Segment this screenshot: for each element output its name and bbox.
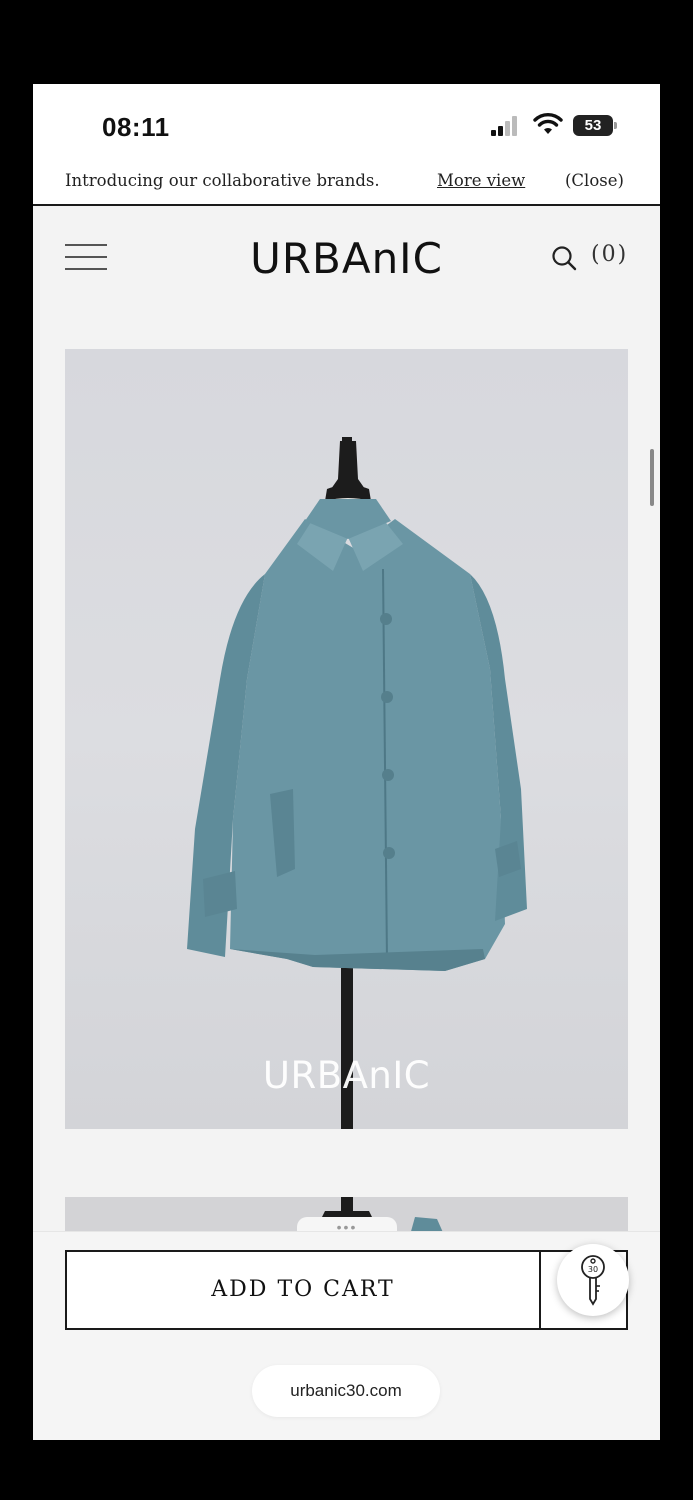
close-announcement-button[interactable]: (Close) <box>565 171 624 190</box>
more-view-link[interactable]: More view <box>437 171 525 190</box>
battery-icon: 53 <box>573 115 617 136</box>
search-icon[interactable] <box>551 245 577 271</box>
wifi-icon <box>533 113 563 134</box>
status-time: 08:11 <box>102 112 170 142</box>
badge-number: 30 <box>588 1265 598 1274</box>
browser-url-bar[interactable]: urbanic30.com <box>252 1365 440 1417</box>
announcement-bar: Introducing our collaborative brands. Mo… <box>33 156 660 206</box>
scrollbar[interactable] <box>650 449 654 506</box>
announcement-message: Introducing our collaborative brands. <box>65 171 380 190</box>
key-icon: 30 <box>581 1255 605 1306</box>
status-bar: 08:11 53 <box>33 84 660 156</box>
cart-count-button[interactable]: (0) <box>591 242 628 267</box>
add-to-cart-button[interactable]: ADD TO CART <box>65 1250 541 1330</box>
phone-screen: 08:11 53 Introducing our collaborative b… <box>33 84 660 1440</box>
cellular-signal-icon <box>491 116 523 136</box>
product-image[interactable]: URBAnIC <box>65 349 628 1129</box>
floating-badge-button[interactable]: 30 <box>557 1244 629 1316</box>
site-header: URBAnIC (0) <box>33 208 660 304</box>
coat-illustration <box>187 437 527 1129</box>
image-watermark: URBAnIC <box>262 1054 431 1097</box>
